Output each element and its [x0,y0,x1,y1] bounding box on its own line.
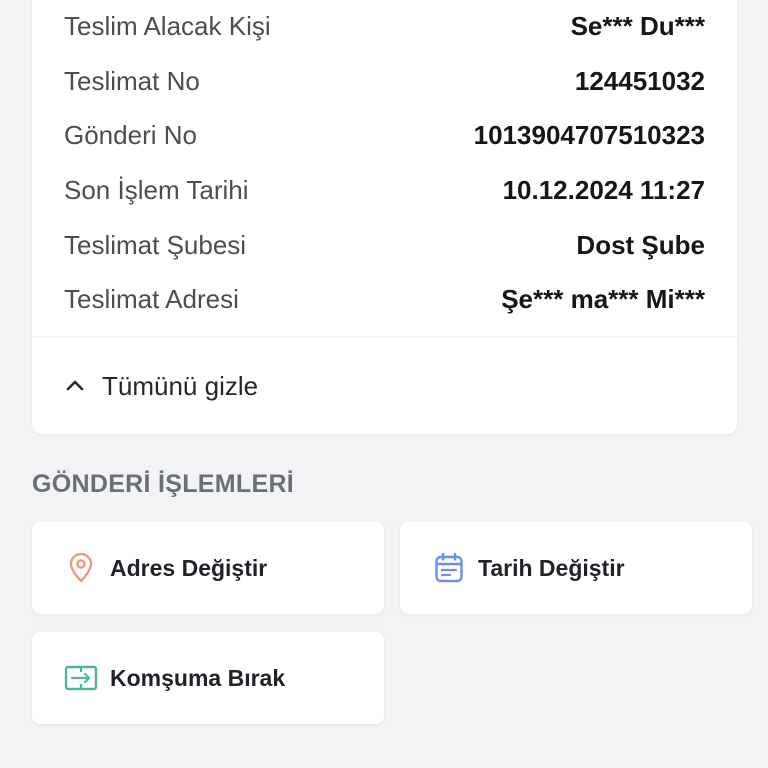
change-address-button[interactable]: Adres Değiştir [32,522,384,614]
hide-all-button[interactable]: Tümünü gizle [62,364,258,408]
chevron-up-icon [62,373,88,399]
action-label: Komşuma Bırak [110,664,286,691]
detail-label: Teslimat Adresi [64,283,239,314]
detail-value: 10.12.2024 11:27 [502,174,705,205]
detail-label: Teslim Alacak Kişi [64,10,271,41]
hide-all-label: Tümünü gizle [102,370,259,401]
divider [32,336,737,337]
neighbor-transfer-icon [64,661,98,695]
location-pin-icon [64,551,98,585]
detail-label: Teslimat Şubesi [64,229,247,260]
detail-row-shipment-number: Gönderi No 1013904707510323 [64,115,705,155]
section-title: GÖNDERİ İŞLEMLERİ [32,470,295,498]
detail-label: Teslimat No [64,65,200,96]
detail-row-delivery-number: Teslimat No 124451032 [64,61,705,101]
detail-value: Se*** Du*** [570,10,705,41]
detail-row-recipient: Teslim Alacak Kişi Se*** Du*** [64,6,705,46]
detail-label: Gönderi No [64,119,197,150]
change-date-button[interactable]: Tarih Değiştir [400,522,752,614]
action-label: Tarih Değiştir [478,554,625,581]
detail-row-delivery-branch: Teslimat Şubesi Dost Şube [64,225,705,265]
detail-row-delivery-address: Teslimat Adresi Şe*** ma*** Mi*** [64,279,705,319]
detail-value: Dost Şube [576,229,705,260]
shipment-details-card: Teslim Alacak Kişi Se*** Du*** Teslimat … [32,0,737,434]
calendar-icon [432,551,466,585]
detail-label: Son İşlem Tarihi [64,174,249,205]
detail-row-last-transaction-date: Son İşlem Tarihi 10.12.2024 11:27 [64,170,705,210]
detail-value: 1013904707510323 [473,119,705,150]
action-label: Adres Değiştir [110,554,268,581]
leave-with-neighbor-button[interactable]: Komşuma Bırak [32,632,384,724]
detail-value: 124451032 [574,65,705,96]
detail-value: Şe*** ma*** Mi*** [501,283,705,314]
